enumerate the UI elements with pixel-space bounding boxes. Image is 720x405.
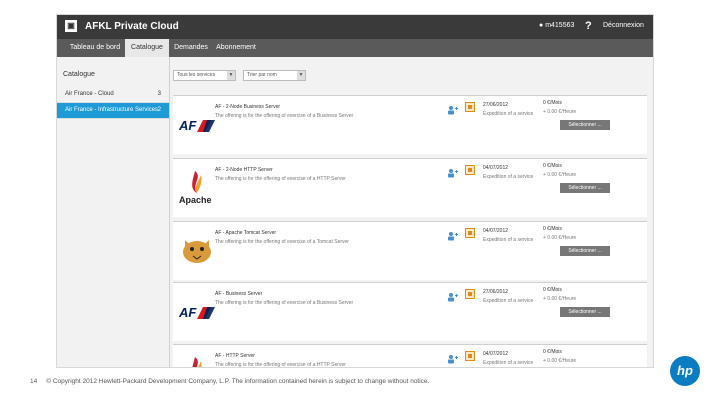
apache-logo-icon: Apache: [177, 167, 219, 211]
publish-date: 04/07/2012: [483, 165, 509, 171]
sidebar-item-label: Air France - Infrastructure Services: [65, 107, 159, 113]
publish-date: 27/06/2012: [483, 289, 509, 295]
user-menu[interactable]: ● m415563: [539, 22, 574, 29]
tab-dashboard[interactable]: Tableau de bord: [65, 39, 125, 57]
hourly-price: + 0.00 €/Heure: [543, 172, 577, 178]
add-user-icon[interactable]: [447, 165, 459, 178]
service-filter-value: Tous les services: [177, 72, 216, 78]
add-user-icon[interactable]: [447, 289, 459, 302]
service-title: AF - 2-Node HTTP Server: [215, 167, 273, 173]
help-button[interactable]: ?: [585, 20, 592, 32]
hourly-price: + 0.00 €/Heure: [543, 235, 577, 241]
sort-value: Trier par nom: [247, 72, 277, 78]
hourly-price: + 0.00 €/Heure: [543, 296, 577, 302]
svg-text:Apache: Apache: [179, 195, 212, 205]
publish-date: 04/07/2012: [483, 351, 509, 357]
apache-logo-icon: Apache: [177, 353, 219, 367]
publish-date: 27/06/2012: [483, 102, 509, 108]
chevron-down-icon: ▼: [227, 71, 235, 80]
service-title: AF - Business Server: [215, 291, 263, 297]
catalogue-card: AF - Apache Tomcat Server The offering is…: [173, 221, 647, 280]
monthly-price: 0 €/Mois: [543, 287, 562, 293]
sidebar-item-infrastructure[interactable]: Air France - Infrastructure Services 2: [57, 103, 169, 119]
sort-select[interactable]: Trier par nom ▼: [243, 70, 306, 81]
top-bar: ▣ AFKL Private Cloud ● m415563 ? Déconne…: [57, 15, 653, 39]
service-description: The offering is for the offering of exer…: [215, 362, 346, 368]
document-icon[interactable]: [465, 102, 475, 112]
service-type: Expedition of a service: [483, 298, 534, 304]
service-title: AF - Apache Tomcat Server: [215, 230, 277, 236]
hourly-price: + 0.00 €/Heure: [543, 358, 577, 364]
sidebar-item-count: 3: [157, 91, 161, 97]
monthly-price: 0 €/Mois: [543, 163, 562, 169]
document-icon[interactable]: [465, 351, 475, 361]
sidebar-item-count: 2: [157, 107, 161, 113]
publish-date: 04/07/2012: [483, 228, 509, 234]
service-title: AF - 2-Node Business Server: [215, 104, 281, 110]
slide-footer: 14 © Copyright 2012 Hewlett-Packard Deve…: [30, 378, 429, 385]
page-number: 14: [30, 378, 38, 385]
document-icon[interactable]: [465, 289, 475, 299]
service-description: The offering is for the offering of exer…: [215, 239, 349, 245]
service-description: The offering is for the offering of exer…: [215, 113, 354, 119]
catalogue-card: AF AF - 2-Node Business Server The offerin…: [173, 95, 647, 154]
sidebar-heading: Catalogue: [63, 71, 95, 78]
airfrance-logo-icon: AF: [177, 291, 219, 335]
service-description: The offering is for the offering of exer…: [215, 176, 346, 182]
add-user-icon[interactable]: [447, 351, 459, 364]
catalogue-card: ApacheAF - HTTP Server The offering is fo…: [173, 344, 647, 368]
service-type: Expedition of a service: [483, 174, 534, 180]
document-icon[interactable]: [465, 165, 475, 175]
add-user-icon[interactable]: [447, 228, 459, 241]
hourly-price: + 0.00 €/Heure: [543, 109, 577, 115]
monthly-price: 0 €/Mois: [543, 226, 562, 232]
select-button[interactable]: Sélectionner ...: [560, 120, 610, 130]
tab-catalogue[interactable]: Catalogue: [125, 39, 169, 57]
select-button[interactable]: Sélectionner ...: [560, 246, 610, 256]
svg-text:AF: AF: [178, 305, 197, 320]
service-title: AF - HTTP Server: [215, 353, 255, 359]
sidebar-item-label: Air France - Cloud: [65, 91, 114, 97]
catalogue-card: Apache AF - 2-Node HTTP Server The offerin…: [173, 158, 647, 217]
app-window: ▣ AFKL Private Cloud ● m415563 ? Déconne…: [56, 14, 654, 368]
catalogue-card: AF AF - Business Server The offering is fo…: [173, 282, 647, 341]
chevron-down-icon: ▼: [297, 71, 305, 80]
select-button[interactable]: Sélectionner ...: [560, 183, 610, 193]
tomcat-logo-icon: [177, 230, 219, 274]
copyright-text: © Copyright 2012 Hewlett-Packard Develop…: [46, 378, 430, 385]
user-name: m415563: [545, 22, 575, 29]
service-type: Expedition of a service: [483, 237, 534, 243]
svg-text:AF: AF: [178, 118, 197, 133]
service-description: The offering is for the offering of exer…: [215, 300, 354, 306]
tab-bar: Tableau de bord Catalogue Demandes Abonn…: [57, 39, 653, 57]
sidebar: Catalogue Air France - Cloud 3 Air Franc…: [57, 57, 170, 367]
hp-logo-icon: hp: [670, 356, 700, 386]
tab-subscriptions[interactable]: Abonnement: [213, 39, 259, 57]
airfrance-logo-icon: AF: [177, 104, 219, 148]
tab-requests[interactable]: Demandes: [169, 39, 213, 57]
select-button[interactable]: Sélectionner ...: [560, 307, 610, 317]
app-title: AFKL Private Cloud: [85, 21, 179, 32]
document-icon[interactable]: [465, 228, 475, 238]
logout-link[interactable]: Déconnexion: [603, 22, 644, 29]
user-icon: ●: [539, 22, 544, 29]
sidebar-item-cloud[interactable]: Air France - Cloud 3: [57, 87, 169, 103]
add-user-icon[interactable]: [447, 102, 459, 115]
service-type: Expedition of a service: [483, 360, 534, 366]
monthly-price: 0 €/Mois: [543, 349, 562, 355]
service-filter-select[interactable]: Tous les services ▼: [173, 70, 236, 81]
service-type: Expedition of a service: [483, 111, 534, 117]
app-logo-icon: ▣: [65, 20, 77, 32]
monthly-price: 0 €/Mois: [543, 100, 562, 106]
